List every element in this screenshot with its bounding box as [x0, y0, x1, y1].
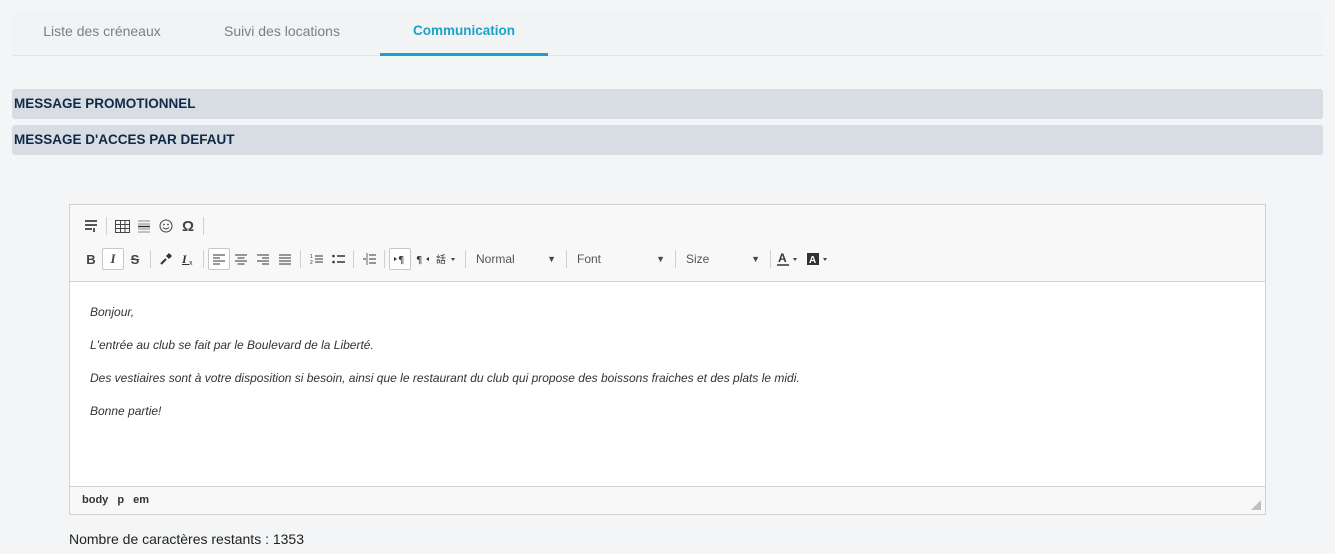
path-item-p[interactable]: p: [117, 494, 124, 506]
svg-text:A: A: [809, 255, 816, 266]
content-paragraph: Des vestiaires sont à votre disposition …: [90, 371, 800, 385]
svg-text:2: 2: [310, 260, 313, 265]
tab-liste-creneaux[interactable]: Liste des créneaux: [32, 12, 172, 56]
toolbar-separator: [384, 250, 385, 268]
format-combo-value: Normal: [476, 252, 515, 266]
content-paragraph: Bonjour,: [90, 305, 135, 319]
table-icon[interactable]: [111, 215, 133, 237]
toolbar-separator: [675, 250, 676, 268]
svg-text:I: I: [181, 252, 188, 266]
toolbar-separator: [465, 250, 466, 268]
tab-bar: Liste des créneaux Suivi des locations C…: [12, 12, 1323, 56]
svg-text:x: x: [189, 260, 193, 266]
svg-text:A: A: [778, 252, 787, 265]
toolbar-separator: [353, 250, 354, 268]
svg-text:話: 話: [436, 253, 446, 265]
text-direction-rtl-icon[interactable]: ¶: [411, 248, 433, 270]
align-justify-icon[interactable]: [274, 248, 296, 270]
language-icon[interactable]: 話: [433, 248, 461, 270]
size-combo-value: Size: [686, 252, 710, 266]
editor-content-area[interactable]: Bonjour, L'entrée au club se fait par le…: [70, 283, 1265, 487]
copy-format-icon[interactable]: [155, 248, 177, 270]
toolbar-separator: [770, 250, 771, 268]
toolbar-separator: [300, 250, 301, 268]
chevron-down-icon: ▼: [547, 254, 556, 264]
rich-text-editor: Ω B I S Ix 1 2 ¶ ¶ 話 Normal ▼ Font ▼ Siz…: [69, 204, 1266, 515]
svg-text:¶: ¶: [416, 255, 422, 265]
tab-suivi-locations[interactable]: Suivi des locations: [202, 12, 362, 56]
format-combo[interactable]: Normal ▼: [470, 248, 562, 270]
indent-block-icon[interactable]: [358, 248, 380, 270]
smiley-icon[interactable]: [155, 215, 177, 237]
svg-text:¶: ¶: [398, 255, 404, 265]
element-path-bar: body p em: [70, 486, 1265, 514]
toolbar-separator: [203, 217, 204, 235]
text-color-icon[interactable]: A: [775, 248, 805, 270]
accordion-message-promotionnel[interactable]: MESSAGE PROMOTIONNEL: [12, 89, 1323, 119]
font-combo-value: Font: [577, 252, 602, 266]
align-left-icon[interactable]: [208, 248, 230, 270]
font-combo[interactable]: Font ▼: [571, 248, 671, 270]
chevron-down-icon: ▼: [751, 254, 760, 264]
toolbar-separator: [203, 250, 204, 268]
strike-button[interactable]: S: [124, 248, 146, 270]
horizontal-line-icon[interactable]: [133, 215, 155, 237]
toolbar-separator: [566, 250, 567, 268]
path-item-em[interactable]: em: [133, 494, 149, 506]
align-right-icon[interactable]: [252, 248, 274, 270]
content-paragraph: Bonne partie!: [90, 404, 162, 418]
italic-button[interactable]: I: [102, 248, 124, 270]
content-paragraph: L'entrée au club se fait par le Boulevar…: [90, 338, 374, 352]
background-color-icon[interactable]: A: [805, 248, 835, 270]
toolbar-separator: [150, 250, 151, 268]
editor-toolbar: Ω B I S Ix 1 2 ¶ ¶ 話 Normal ▼ Font ▼ Siz…: [70, 205, 1265, 282]
size-combo[interactable]: Size ▼: [680, 248, 766, 270]
remaining-characters-counter: Nombre de caractères restants : 1353: [69, 531, 305, 547]
align-center-icon[interactable]: [230, 248, 252, 270]
bold-button[interactable]: B: [80, 248, 102, 270]
remove-format-icon[interactable]: Ix: [177, 248, 199, 270]
text-direction-ltr-icon[interactable]: ¶: [389, 248, 411, 270]
toolbar-separator: [106, 217, 107, 235]
resize-handle-icon[interactable]: [1251, 500, 1261, 510]
source-icon[interactable]: [80, 215, 102, 237]
numbered-list-icon[interactable]: 12: [305, 248, 327, 270]
chevron-down-icon: ▼: [656, 254, 665, 264]
accordion-message-acces-defaut[interactable]: MESSAGE D'ACCES PAR DEFAUT: [12, 125, 1323, 155]
bullet-list-icon[interactable]: [327, 248, 349, 270]
path-item-body[interactable]: body: [82, 494, 108, 506]
tab-communication[interactable]: Communication: [380, 12, 548, 56]
special-char-icon[interactable]: Ω: [177, 215, 199, 237]
